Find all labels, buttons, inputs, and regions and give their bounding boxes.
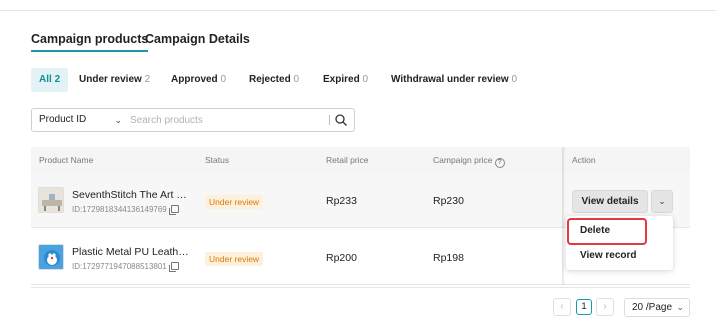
product-id-text: ID:1729771947088513801 xyxy=(72,262,167,271)
filter-label: Expired xyxy=(323,74,360,85)
prev-page-button[interactable]: ‹ xyxy=(553,298,571,316)
next-page-button[interactable]: › xyxy=(596,298,614,316)
filter-count: 0 xyxy=(511,74,518,85)
campaign-price: Rp230 xyxy=(433,195,464,207)
search-bar: Product ID ⌄ xyxy=(31,108,355,132)
chevron-right-icon: › xyxy=(603,301,607,312)
product-id-text: ID:1729818344136149769 xyxy=(72,205,167,214)
per-page-select[interactable]: 20 /Page ⌄ xyxy=(624,298,690,317)
top-divider xyxy=(0,10,716,11)
chevron-down-icon: ⌄ xyxy=(114,115,122,125)
column-header-label: Campaign price xyxy=(433,155,493,165)
filter-withdrawal-under-review[interactable]: Withdrawal under review 0 xyxy=(383,68,525,92)
filter-rejected[interactable]: Rejected 0 xyxy=(241,68,307,92)
tab-campaign-details[interactable]: Campaign Details xyxy=(145,32,250,46)
column-header-product-name: Product Name xyxy=(39,155,94,165)
filter-label: Under review xyxy=(79,74,142,85)
filter-approved[interactable]: Approved 0 xyxy=(163,68,234,92)
filter-expired[interactable]: Expired 0 xyxy=(315,68,376,92)
search-field-label: Product ID xyxy=(39,114,87,125)
filter-count: 2 xyxy=(144,74,151,85)
column-header-campaign-price: Campaign price? xyxy=(433,155,505,168)
tab-campaign-products[interactable]: Campaign products xyxy=(31,32,149,52)
filter-under-review[interactable]: Under review 2 xyxy=(71,68,158,92)
filter-label: Approved xyxy=(171,74,218,85)
column-header-status: Status xyxy=(205,155,230,165)
per-page-label: 20 /Page xyxy=(632,302,673,313)
status-badge: Under review xyxy=(205,195,264,209)
product-thumbnail xyxy=(38,187,64,213)
view-details-button[interactable]: View details xyxy=(572,190,648,213)
help-icon[interactable]: ? xyxy=(494,158,505,168)
status-badge: Under review xyxy=(205,252,264,266)
filter-count: 0 xyxy=(220,74,227,85)
search-icon[interactable] xyxy=(334,113,348,127)
page-number-current[interactable]: 1 xyxy=(576,299,592,315)
menu-item-view-record[interactable]: View record xyxy=(566,246,673,266)
chevron-left-icon: ‹ xyxy=(560,301,564,312)
campaign-price: Rp198 xyxy=(433,252,464,264)
table-bottom-divider xyxy=(31,287,690,288)
product-name[interactable]: SeventhStitch The Art of Dining Table Ru… xyxy=(72,189,192,201)
table-header: Product Name Status Retail price Campaig… xyxy=(31,147,690,174)
delete-highlight-box xyxy=(567,218,647,245)
copy-icon[interactable] xyxy=(168,205,179,215)
column-header-action: Action xyxy=(572,155,596,165)
product-name[interactable]: Plastic Metal PU Leather Phone Case xyxy=(72,246,192,258)
chevron-down-icon: ⌄ xyxy=(658,196,666,206)
more-actions-button[interactable]: ⌄ xyxy=(651,190,673,213)
divider xyxy=(329,115,330,125)
filter-label: All xyxy=(39,74,52,85)
retail-price: Rp200 xyxy=(326,252,357,264)
filter-count: 0 xyxy=(362,74,369,85)
filter-count: 0 xyxy=(293,74,300,85)
product-id: ID:1729818344136149769 xyxy=(72,205,179,215)
filter-label: Rejected xyxy=(249,74,291,85)
product-id: ID:1729771947088513801 xyxy=(72,262,179,272)
retail-price: Rp233 xyxy=(326,195,357,207)
search-field-select[interactable]: Product ID ⌄ xyxy=(32,109,128,131)
filter-all[interactable]: All 2 xyxy=(31,68,69,92)
chevron-down-icon: ⌄ xyxy=(676,302,684,312)
column-header-retail-price: Retail price xyxy=(326,155,369,165)
filter-label: Withdrawal under review xyxy=(391,74,509,85)
sticky-column-shadow xyxy=(562,147,565,285)
filter-count: 2 xyxy=(54,74,61,85)
copy-icon[interactable] xyxy=(168,262,179,272)
search-input[interactable] xyxy=(130,111,328,129)
product-thumbnail xyxy=(38,244,64,270)
